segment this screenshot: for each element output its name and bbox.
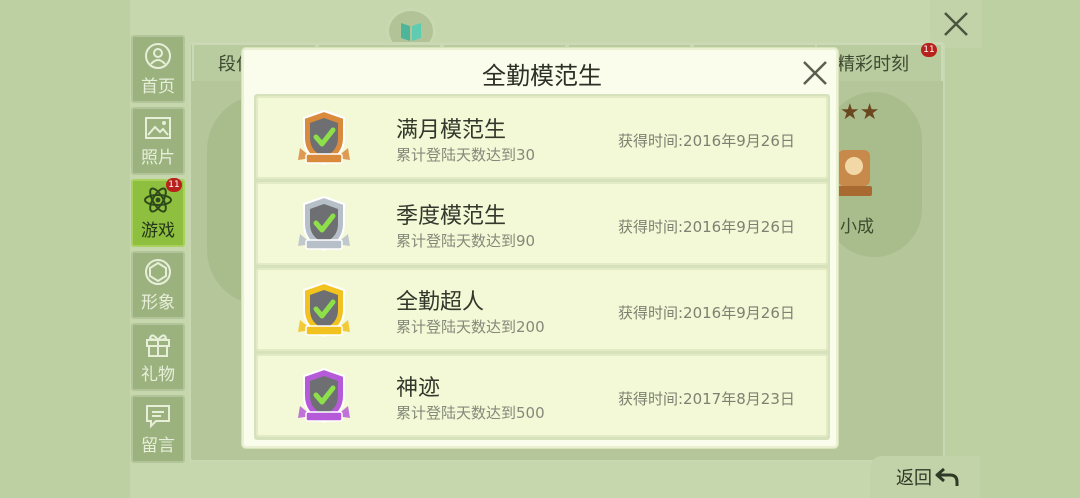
nav-label: 照片 [141, 147, 175, 168]
medal-icon [298, 109, 350, 166]
nav-item-photos[interactable]: 照片 [131, 107, 185, 175]
tab-label: 精彩时刻 [837, 54, 909, 75]
achievement-time: 获得时间:2017年8月23日 [618, 390, 795, 408]
achievement-desc: 累计登陆天数达到500 [396, 404, 545, 422]
close-page-button[interactable] [930, 0, 982, 48]
achievement-desc: 累计登陆天数达到200 [396, 318, 545, 336]
photo-icon [145, 116, 171, 139]
close-dialog-icon[interactable] [800, 58, 830, 88]
medal-icon [298, 195, 350, 252]
nav-label: 留言 [141, 435, 175, 456]
tab-badge: 11 [921, 43, 937, 57]
back-arrow-icon [935, 467, 959, 486]
achievement-name: 满月模范生 [396, 118, 507, 143]
achievement-name: 神迹 [396, 376, 441, 401]
close-icon [944, 12, 968, 36]
nav-label: 礼物 [141, 364, 175, 385]
achievement-row: 神迹 累计登陆天数达到500 获得时间:2017年8月23日 [256, 354, 828, 437]
home-icon [145, 42, 171, 69]
achievement-row: 季度模范生 累计登陆天数达到90 获得时间:2016年9月26日 [256, 182, 828, 265]
achievement-row: 全勤超人 累计登陆天数达到200 获得时间:2016年9月26日 [256, 268, 828, 351]
trophy-icon [836, 150, 872, 196]
achievement-row: 满月模范生 累计登陆天数达到30 获得时间:2016年9月26日 [256, 96, 828, 179]
nav-label: 首页 [141, 76, 175, 97]
achievement-time: 获得时间:2016年9月26日 [618, 218, 795, 236]
nav-item-games[interactable]: 游戏 11 [131, 178, 185, 247]
nav-badge: 11 [166, 178, 182, 192]
background-left [0, 0, 130, 498]
avatar-icon [145, 258, 171, 285]
nav-item-home[interactable]: 首页 [131, 35, 185, 103]
nav-item-avatar[interactable]: 形象 [131, 251, 185, 319]
nav-label: 形象 [141, 292, 175, 313]
back-label: 返回 [896, 468, 932, 489]
nav-item-gifts[interactable]: 礼物 [131, 323, 185, 391]
achievement-desc: 累计登陆天数达到30 [396, 146, 536, 164]
background-right [940, 0, 1080, 498]
nav-item-messages[interactable]: 留言 [131, 395, 185, 463]
achievement-list[interactable]: 满月模范生 累计登陆天数达到30 获得时间:2016年9月26日 季度模范生 累… [254, 94, 830, 440]
book-icon [401, 23, 421, 41]
message-icon [146, 404, 170, 428]
side-nav: 首页 照片 游戏 11 形象 礼物 留言 [131, 35, 185, 467]
medal-icon [298, 281, 350, 338]
achievement-dialog: 全勤模范生 满月模范生 累计登陆天数达到30 获得时间:2016年9月26日 季… [242, 48, 838, 448]
achievement-desc: 累计登陆天数达到90 [396, 232, 536, 250]
nav-label: 游戏 [141, 220, 175, 241]
back-button[interactable]: 返回 [870, 456, 980, 498]
achievement-time: 获得时间:2016年9月26日 [618, 132, 795, 150]
achievement-name: 季度模范生 [396, 204, 507, 229]
dialog-title: 全勤模范生 [482, 62, 602, 90]
achievement-name: 全勤超人 [396, 290, 485, 315]
achievement-time: 获得时间:2016年9月26日 [618, 304, 795, 322]
stars-icon: ★★ [840, 100, 880, 125]
achievement-label: 小成 [840, 217, 874, 237]
gift-icon [146, 333, 170, 357]
medal-icon [298, 367, 350, 424]
